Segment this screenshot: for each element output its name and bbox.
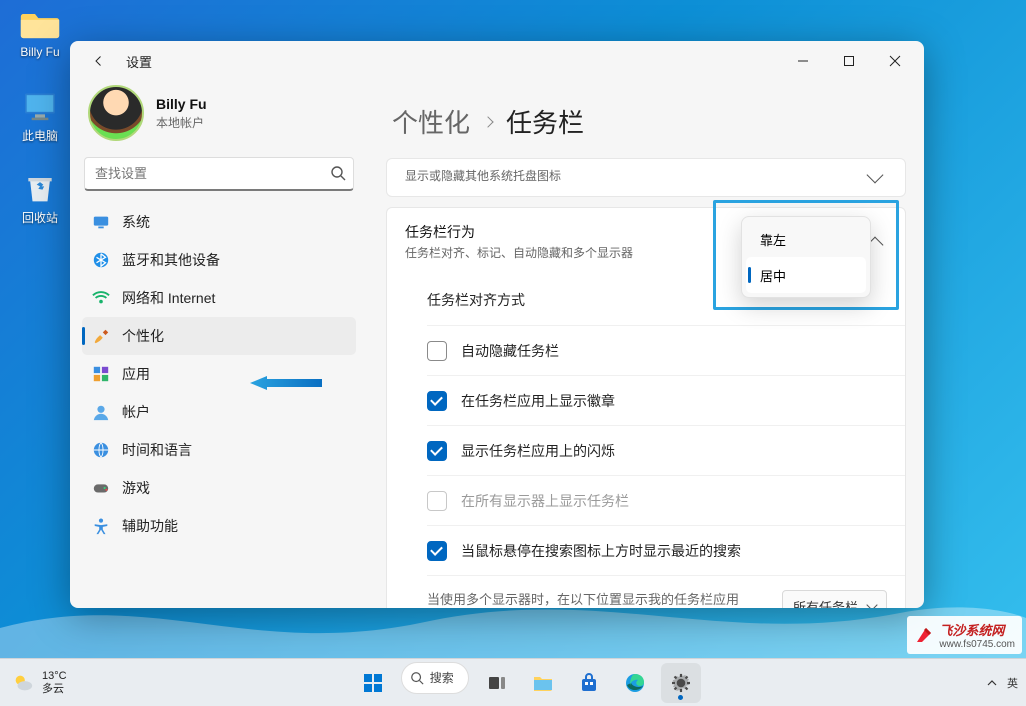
breadcrumb-current: 任务栏 bbox=[506, 103, 584, 140]
alignment-option-left[interactable]: 靠左 bbox=[746, 221, 866, 257]
recycle-icon bbox=[20, 170, 60, 206]
tray-icons-sub: 显示或隐藏其他系统托盘图标 bbox=[405, 167, 561, 184]
taskbar-weather[interactable]: 13°C 多云 bbox=[0, 670, 67, 695]
checkbox-disabled bbox=[427, 491, 447, 511]
checkbox-checked[interactable] bbox=[427, 391, 447, 411]
nav-personalization[interactable]: 个性化 bbox=[82, 317, 356, 355]
main-content: 个性化 任务栏 显示或隐藏其他系统托盘图标 任务栏行为 任务栏对齐、标记、自动隐… bbox=[368, 81, 924, 608]
badges-row[interactable]: 在任务栏应用上显示徽章 bbox=[427, 375, 905, 425]
search-icon bbox=[330, 165, 346, 186]
tray-icons-panel[interactable]: 显示或隐藏其他系统托盘图标 bbox=[386, 158, 906, 197]
behavior-header[interactable]: 任务栏行为 任务栏对齐、标记、自动隐藏和多个显示器 靠左 居中 bbox=[387, 208, 905, 275]
taskbar: 13°C 多云 搜索 英 bbox=[0, 658, 1026, 706]
maximize-button[interactable] bbox=[826, 45, 872, 77]
pc-icon bbox=[20, 88, 60, 124]
desktop-pc[interactable]: 此电脑 bbox=[10, 88, 70, 144]
nav-gaming[interactable]: 游戏 bbox=[82, 469, 356, 507]
search-icon bbox=[410, 671, 424, 685]
weather-icon bbox=[12, 672, 34, 694]
watermark: 飞沙系统网 www.fs0745.com bbox=[907, 616, 1022, 654]
nav-time[interactable]: 时间和语言 bbox=[82, 431, 356, 469]
checkbox-checked[interactable] bbox=[427, 541, 447, 561]
desktop-pc-label: 此电脑 bbox=[22, 127, 58, 144]
account-type: 本地帐户 bbox=[156, 114, 207, 131]
taskbar-tray[interactable]: 英 bbox=[987, 675, 1026, 691]
settings-taskbar-button[interactable] bbox=[661, 663, 701, 703]
nav-accessibility[interactable]: 辅助功能 bbox=[82, 507, 356, 545]
explorer-button[interactable] bbox=[523, 663, 563, 703]
brush-icon bbox=[92, 327, 110, 345]
multi-display-select: 所有任务栏 bbox=[782, 590, 887, 608]
sidebar: Billy Fu 本地帐户 系统 蓝牙和其他设备 网络和 Internet 个性… bbox=[70, 81, 368, 608]
nav-system[interactable]: 系统 bbox=[82, 203, 356, 241]
taskbar-behavior-panel: 任务栏行为 任务栏对齐、标记、自动隐藏和多个显示器 靠左 居中 任务栏对齐方式 bbox=[386, 207, 906, 608]
desktop-folder-label: Billy Fu bbox=[20, 45, 59, 59]
weather-desc: 多云 bbox=[42, 683, 67, 696]
search-box[interactable] bbox=[84, 157, 354, 191]
avatar bbox=[88, 85, 144, 141]
multi-display-row: 当使用多个显示器时，在以下位置显示我的任务栏应用 所有任务栏 bbox=[427, 575, 905, 608]
alignment-dropdown: 靠左 居中 bbox=[741, 216, 871, 298]
taskbar-search[interactable]: 搜索 bbox=[401, 662, 469, 694]
gamepad-icon bbox=[92, 479, 110, 497]
edge-button[interactable] bbox=[615, 663, 655, 703]
desktop-folder[interactable]: Billy Fu bbox=[10, 6, 70, 59]
account-name: Billy Fu bbox=[156, 96, 207, 112]
user-icon bbox=[92, 403, 110, 421]
nav: 系统 蓝牙和其他设备 网络和 Internet 个性化 应用 帐户 时间和语言 … bbox=[82, 203, 356, 545]
autohide-row[interactable]: 自动隐藏任务栏 bbox=[427, 325, 905, 375]
ime-indicator[interactable]: 英 bbox=[1007, 675, 1018, 691]
window-title: 设置 bbox=[126, 52, 152, 71]
minimize-button[interactable] bbox=[780, 45, 826, 77]
all-displays-row: 在所有显示器上显示任务栏 bbox=[427, 475, 905, 525]
globe-icon bbox=[92, 441, 110, 459]
task-view-button[interactable] bbox=[477, 663, 517, 703]
behavior-title: 任务栏行为 bbox=[405, 222, 633, 242]
search-hover-row[interactable]: 当鼠标悬停在搜索图标上方时显示最近的搜索 bbox=[427, 525, 905, 575]
breadcrumb-parent[interactable]: 个性化 bbox=[392, 103, 470, 140]
nav-bluetooth[interactable]: 蓝牙和其他设备 bbox=[82, 241, 356, 279]
settings-window: 设置 Billy Fu 本地帐户 系统 蓝牙和其他设备 网络和 I bbox=[70, 41, 924, 608]
desktop-recycle-label: 回收站 bbox=[22, 209, 58, 226]
weather-temp: 13°C bbox=[42, 670, 67, 683]
apps-icon bbox=[92, 365, 110, 383]
chevron-up-icon[interactable] bbox=[987, 678, 997, 688]
back-button[interactable] bbox=[76, 46, 122, 76]
search-input[interactable] bbox=[84, 157, 354, 191]
folder-icon bbox=[20, 6, 60, 42]
chevron-right-icon bbox=[482, 116, 493, 127]
accessibility-icon bbox=[92, 517, 110, 535]
alignment-option-center[interactable]: 居中 bbox=[746, 257, 866, 293]
start-button[interactable] bbox=[353, 663, 393, 703]
checkbox-checked[interactable] bbox=[427, 441, 447, 461]
watermark-icon bbox=[914, 625, 934, 645]
nav-accounts[interactable]: 帐户 bbox=[82, 393, 356, 431]
store-button[interactable] bbox=[569, 663, 609, 703]
behavior-sub: 任务栏对齐、标记、自动隐藏和多个显示器 bbox=[405, 244, 633, 261]
chevron-down-icon bbox=[867, 166, 884, 183]
desktop-recycle[interactable]: 回收站 bbox=[10, 170, 70, 226]
checkbox-unchecked[interactable] bbox=[427, 341, 447, 361]
wifi-icon bbox=[92, 289, 110, 307]
system-icon bbox=[92, 213, 110, 231]
flash-row[interactable]: 显示任务栏应用上的闪烁 bbox=[427, 425, 905, 475]
account-block[interactable]: Billy Fu 本地帐户 bbox=[82, 81, 356, 155]
bluetooth-icon bbox=[92, 251, 110, 269]
nav-network[interactable]: 网络和 Internet bbox=[82, 279, 356, 317]
breadcrumb: 个性化 任务栏 bbox=[386, 81, 906, 158]
annotation-arrow bbox=[250, 376, 322, 390]
titlebar: 设置 bbox=[70, 41, 924, 81]
close-button[interactable] bbox=[872, 45, 918, 77]
